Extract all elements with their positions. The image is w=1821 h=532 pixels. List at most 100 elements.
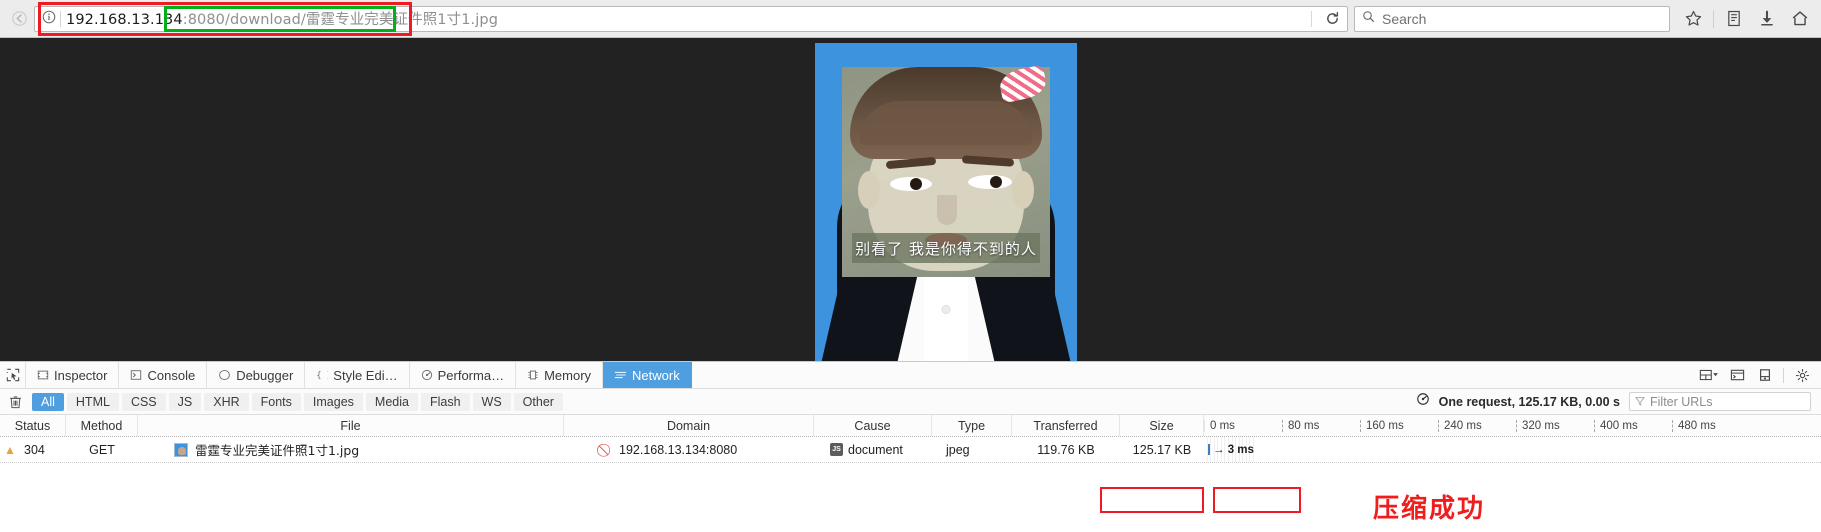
devtools-toolbar-buttons	[1696, 362, 1821, 388]
cell-file-text: 雷霆专业完美证件照1寸1.jpg	[195, 443, 360, 458]
table-row[interactable]: ▲ 304 GET 雷霆专业完美证件照1寸1.jpg ⃠ 192.168.13.…	[0, 437, 1821, 463]
home-icon[interactable]	[1785, 5, 1815, 33]
filter-chip-all[interactable]: All	[32, 392, 64, 411]
column-header-cause[interactable]: Cause	[814, 415, 932, 436]
filter-chip-fonts[interactable]: Fonts	[251, 392, 301, 411]
tab-inspector-label: Inspector	[54, 367, 108, 383]
filter-chip-js[interactable]: JS	[168, 392, 202, 411]
photo-caption: 别看了 我是你得不到的人	[852, 233, 1040, 263]
back-button[interactable]	[6, 6, 32, 32]
trash-icon[interactable]	[4, 392, 26, 412]
address-bar[interactable]: 192.168.13.134:8080/download/雷霆专业完美证件照1寸…	[34, 5, 1348, 32]
photo-pupil-right	[990, 176, 1002, 188]
photo-hair-bow	[997, 64, 1049, 104]
timeline-tick-0: 0 ms	[1204, 419, 1282, 432]
cell-size: 125.17 KB	[1132, 442, 1192, 457]
filter-chip-ws[interactable]: WS	[472, 392, 511, 411]
bookmark-star-icon[interactable]	[1678, 5, 1708, 33]
downloads-icon[interactable]	[1752, 5, 1782, 33]
library-icon[interactable]	[1719, 5, 1749, 33]
responsive-mode-icon[interactable]	[1752, 363, 1778, 388]
column-header-size[interactable]: Size	[1120, 415, 1204, 436]
filter-urls-input[interactable]: Filter URLs	[1629, 392, 1811, 411]
tab-performance-label: Performa…	[437, 367, 505, 383]
column-header-type[interactable]: Type	[932, 415, 1012, 436]
filter-chip-css[interactable]: CSS	[121, 392, 166, 411]
console-icon	[130, 369, 142, 381]
network-icon	[614, 369, 627, 381]
filter-chip-media[interactable]: Media	[365, 392, 418, 411]
tab-style-editor[interactable]: { } Style Edi…	[305, 362, 410, 388]
tab-console[interactable]: Console	[119, 362, 208, 388]
tab-debugger-label: Debugger	[236, 367, 294, 383]
tab-debugger[interactable]: Debugger	[207, 362, 306, 388]
layout-toggle-icon[interactable]	[1696, 363, 1722, 388]
devtools-tab-bar: Inspector Console Debugger { }	[0, 362, 1821, 389]
memory-icon	[527, 369, 539, 381]
filter-chip-xhr[interactable]: XHR	[204, 392, 249, 411]
search-placeholder: Search	[1382, 10, 1427, 27]
photo-eye-left	[890, 177, 932, 191]
photo-caption-text: 别看了 我是你得不到的人	[855, 239, 1037, 258]
reload-cell	[1311, 8, 1343, 30]
tab-memory[interactable]: Memory	[516, 362, 604, 388]
filter-chip-other[interactable]: Other	[513, 392, 563, 411]
url-host: 192.168.13.134	[66, 12, 183, 28]
filter-chip-flash[interactable]: Flash	[420, 392, 470, 411]
column-header-status[interactable]: Status	[0, 415, 66, 436]
cell-domain: ⃠ 192.168.13.134:8080	[564, 437, 814, 462]
cell-status-text: 304	[24, 442, 45, 457]
tab-style-editor-label: Style Edi…	[333, 367, 398, 383]
toolbar-divider	[1713, 9, 1714, 28]
performance-icon	[421, 369, 433, 381]
search-icon	[1362, 10, 1375, 28]
settings-gear-icon[interactable]	[1789, 363, 1815, 388]
cell-status: ▲ 304	[0, 437, 66, 462]
no-cookie-icon: ⃠	[600, 443, 613, 456]
image-viewer: 别看了 我是你得不到的人	[0, 38, 1821, 361]
funnel-icon	[1634, 393, 1646, 411]
element-picker-icon[interactable]	[0, 362, 26, 388]
tab-inspector[interactable]: Inspector	[26, 362, 120, 388]
tab-performance[interactable]: Performa…	[410, 362, 517, 388]
network-summary: One request, 125.17 KB, 0.00 s Filter UR…	[1416, 392, 1817, 411]
id-photo-image[interactable]: 别看了 我是你得不到的人	[815, 43, 1077, 361]
toolbar-divider	[1783, 367, 1784, 383]
inspector-icon	[37, 369, 49, 381]
filter-chip-html[interactable]: HTML	[66, 392, 119, 411]
search-bar[interactable]: Search	[1354, 5, 1670, 32]
column-header-file[interactable]: File	[138, 415, 564, 436]
filter-chip-images[interactable]: Images	[303, 392, 363, 411]
tab-console-label: Console	[147, 367, 196, 383]
cell-type: jpeg	[946, 442, 970, 457]
column-header-transferred[interactable]: Transferred	[1012, 415, 1120, 436]
timeline-blip	[1208, 444, 1210, 455]
js-badge-icon: JS	[830, 443, 843, 456]
style-editor-icon: { }	[316, 369, 329, 381]
split-console-icon[interactable]	[1724, 363, 1750, 388]
photo-ear-right	[1012, 171, 1034, 209]
warning-triangle-icon: ▲	[4, 442, 16, 457]
cell-cause-text: document	[848, 442, 903, 457]
reload-divider	[1311, 10, 1312, 27]
page-info-icon[interactable]	[39, 10, 59, 27]
performance-analysis-icon[interactable]	[1416, 392, 1430, 411]
browser-toolbar: 192.168.13.134:8080/download/雷霆专业完美证件照1寸…	[0, 0, 1821, 38]
photo-face-overlay: 别看了 我是你得不到的人	[842, 64, 1050, 277]
timeline-header: 0 ms 80 ms 160 ms 240 ms 320 ms 400 ms 4…	[1204, 419, 1821, 432]
timeline-tick-5: 400 ms	[1594, 419, 1672, 432]
url-text: 192.168.13.134:8080/download/雷霆专业完美证件照1寸…	[66, 8, 498, 29]
url-port: :8080	[182, 12, 226, 28]
column-header-domain[interactable]: Domain	[564, 415, 814, 436]
cell-method: GET	[89, 442, 115, 457]
reload-icon[interactable]	[1321, 8, 1343, 30]
tab-network[interactable]: Network	[603, 362, 692, 388]
devtools-filter-bar: All HTML CSS JS XHR Fonts Images Media F…	[0, 389, 1821, 415]
filter-urls-placeholder: Filter URLs	[1650, 394, 1713, 409]
timeline-tick-6: 480 ms	[1672, 419, 1750, 432]
tab-network-label: Network	[632, 367, 680, 383]
timeline-tick-3: 240 ms	[1438, 419, 1516, 432]
devtools-panel: Inspector Console Debugger { }	[0, 361, 1821, 463]
column-header-method[interactable]: Method	[66, 415, 138, 436]
network-summary-text: One request, 125.17 KB, 0.00 s	[1438, 394, 1620, 409]
